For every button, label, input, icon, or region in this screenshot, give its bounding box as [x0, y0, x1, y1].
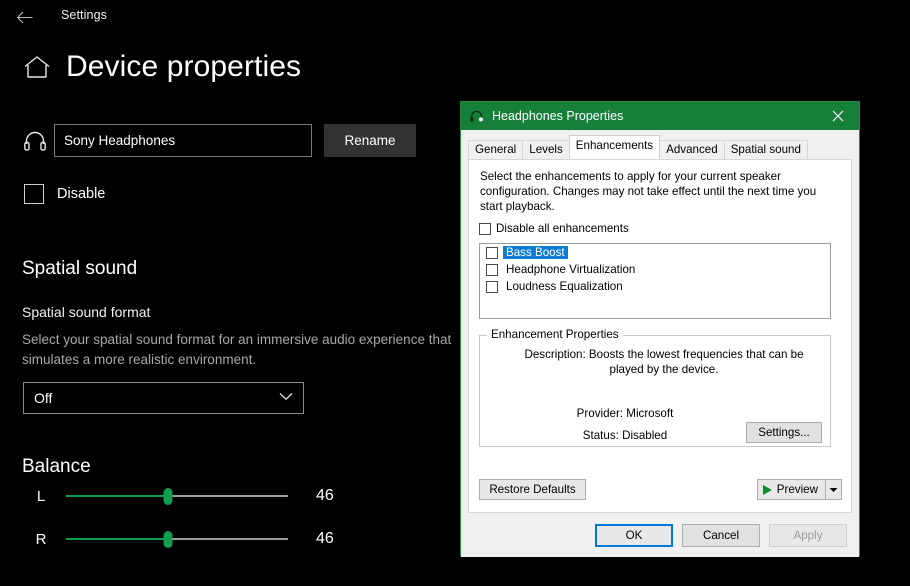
- enhancement-properties-legend: Enhancement Properties: [487, 328, 623, 341]
- enhancement-properties-group: Enhancement Properties Description: Boos…: [479, 335, 831, 447]
- preview-button[interactable]: Preview: [757, 479, 825, 500]
- tab-advanced[interactable]: Advanced: [659, 140, 725, 160]
- enhancements-description: Select the enhancements to apply for you…: [480, 169, 835, 214]
- spatial-sound-description: Select your spatial sound format for an …: [22, 330, 472, 370]
- play-icon: [763, 485, 772, 495]
- enhancement-description-text: Description: Boosts the lowest frequenci…: [514, 347, 814, 377]
- balance-heading: Balance: [22, 456, 91, 478]
- list-item[interactable]: Bass Boost: [480, 244, 830, 261]
- slider-thumb[interactable]: [164, 531, 173, 548]
- balance-left-value: 46: [316, 487, 334, 505]
- balance-slider-row-right: R 46: [22, 527, 334, 551]
- page-header: Device properties: [22, 52, 301, 82]
- headphones-properties-dialog: Headphones Properties General Levels Enh…: [460, 101, 860, 556]
- dialog-titlebar[interactable]: Headphones Properties: [461, 102, 859, 130]
- enhancement-label: Bass Boost: [503, 246, 568, 259]
- list-item[interactable]: Headphone Virtualization: [480, 261, 830, 278]
- enhancement-status-text: Status: Disabled: [480, 429, 770, 442]
- close-icon[interactable]: [817, 102, 859, 130]
- slider-track-fill: [66, 495, 168, 497]
- preview-split-button: Preview: [757, 479, 842, 500]
- device-name-row: Rename: [22, 124, 416, 157]
- apply-button: Apply: [769, 524, 847, 547]
- disable-checkbox-label: Disable: [57, 186, 105, 202]
- tab-levels[interactable]: Levels: [522, 140, 570, 160]
- dialog-footer: OK Cancel Apply: [461, 513, 859, 557]
- balance-left-slider[interactable]: [66, 486, 288, 506]
- slider-track-fill: [66, 538, 168, 540]
- enhancement-checkbox-box[interactable]: [486, 264, 498, 276]
- disable-all-checkbox-label: Disable all enhancements: [496, 222, 629, 235]
- balance-right-slider[interactable]: [66, 529, 288, 549]
- balance-right-value: 46: [316, 530, 334, 548]
- settings-app-title: Settings: [61, 8, 107, 22]
- tab-general[interactable]: General: [468, 140, 523, 160]
- enhancement-checkbox-box[interactable]: [486, 247, 498, 259]
- balance-slider-row-left: L 46: [22, 484, 334, 508]
- tab-enhancements[interactable]: Enhancements: [569, 135, 660, 159]
- home-icon[interactable]: [22, 52, 52, 82]
- headphones-device-icon: [469, 109, 484, 124]
- spatial-sound-heading: Spatial sound: [22, 258, 137, 280]
- dialog-title: Headphones Properties: [492, 109, 623, 123]
- enhancements-tab-panel: Select the enhancements to apply for you…: [468, 159, 852, 513]
- spatial-sound-format-label: Spatial sound format: [22, 304, 150, 320]
- disable-all-enhancements-checkbox[interactable]: Disable all enhancements: [479, 222, 629, 235]
- cancel-button[interactable]: Cancel: [682, 524, 760, 547]
- ok-button[interactable]: OK: [595, 524, 673, 547]
- page-title: Device properties: [66, 52, 301, 82]
- enhancements-list[interactable]: Bass Boost Headphone Virtualization Loud…: [479, 243, 831, 319]
- restore-defaults-button[interactable]: Restore Defaults: [479, 479, 586, 500]
- dialog-body: General Levels Enhancements Advanced Spa…: [461, 130, 859, 557]
- slider-thumb[interactable]: [164, 488, 173, 505]
- chevron-down-icon: [279, 392, 293, 404]
- settings-titlebar: Settings: [0, 0, 910, 32]
- balance-left-label: L: [22, 488, 60, 505]
- enhancement-checkbox-box[interactable]: [486, 281, 498, 293]
- spatial-sound-format-dropdown[interactable]: Off: [23, 382, 304, 414]
- back-arrow-icon[interactable]: [12, 6, 36, 28]
- settings-button[interactable]: Settings...: [746, 422, 822, 443]
- disable-device-checkbox[interactable]: Disable: [24, 184, 105, 204]
- enhancement-label: Headphone Virtualization: [503, 263, 638, 276]
- headphones-icon: [22, 128, 48, 154]
- device-name-input[interactable]: [54, 124, 312, 157]
- spatial-sound-selected-value: Off: [34, 390, 279, 406]
- balance-right-label: R: [22, 531, 60, 548]
- enhancement-label: Loudness Equalization: [503, 280, 626, 293]
- disable-all-checkbox-box[interactable]: [479, 223, 491, 235]
- chevron-down-icon[interactable]: [825, 479, 842, 500]
- disable-checkbox-box[interactable]: [24, 184, 44, 204]
- preview-button-label: Preview: [777, 483, 818, 496]
- list-item[interactable]: Loudness Equalization: [480, 278, 830, 295]
- dialog-tabstrip: General Levels Enhancements Advanced Spa…: [468, 140, 852, 159]
- enhancement-provider-text: Provider: Microsoft: [480, 407, 770, 420]
- tab-spatial-sound[interactable]: Spatial sound: [724, 140, 808, 160]
- rename-button[interactable]: Rename: [324, 124, 416, 157]
